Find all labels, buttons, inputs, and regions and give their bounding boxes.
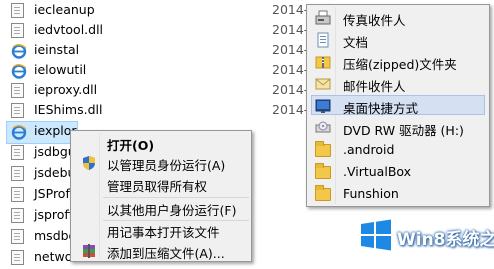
file-icon bbox=[11, 250, 27, 266]
watermark: Win8系统之家 bbox=[357, 212, 494, 257]
mail-icon bbox=[315, 76, 331, 92]
file-icon bbox=[11, 83, 27, 99]
dvd-drive-icon bbox=[315, 120, 331, 136]
file-icon bbox=[11, 229, 27, 245]
send-to-submenu: 传真收件人 文档 压缩(zipped)文件夹 邮件收件人 桌面快捷方式 DVD … bbox=[306, 4, 490, 207]
file-icon bbox=[11, 103, 27, 119]
file-name: ielowutil bbox=[34, 62, 87, 77]
zip-folder-icon bbox=[315, 54, 331, 70]
ie-icon bbox=[11, 43, 27, 59]
menu-item-label: 打开(O) bbox=[107, 138, 155, 153]
ie-icon bbox=[11, 124, 27, 140]
file-name: ieinstal bbox=[34, 42, 80, 57]
ie-icon bbox=[11, 63, 27, 79]
file-row[interactable]: ieproxy.dll 2014-0 bbox=[0, 80, 330, 102]
menu-item-label: 添加到压缩文件(A)... bbox=[107, 246, 225, 261]
menu-item-run-as-admin[interactable]: 以管理员身份运行(A) bbox=[73, 153, 249, 173]
file-icon bbox=[11, 187, 27, 203]
menu-item-label: 管理员取得所有权 bbox=[107, 179, 208, 194]
file-icon bbox=[11, 208, 27, 224]
context-menu: 打开(O) 以管理员身份运行(A) 管理员取得所有权 以其他用户身份运行(F) … bbox=[70, 130, 252, 262]
file-name: iedvtool.dll bbox=[34, 22, 104, 37]
submenu-item-mail-recipient[interactable]: 邮件收件人 bbox=[309, 73, 487, 95]
file-icon bbox=[11, 3, 27, 19]
file-row[interactable]: iedvtool.dll 2014-0 bbox=[0, 20, 330, 42]
submenu-item-folder-virtualbox[interactable]: .VirtualBox bbox=[309, 161, 487, 183]
submenu-item-documents[interactable]: 文档 bbox=[309, 29, 487, 51]
submenu-item-label: 压缩(zipped)文件夹 bbox=[343, 57, 457, 72]
menu-item-open[interactable]: 打开(O) bbox=[73, 133, 249, 153]
file-name: JSProf bbox=[34, 186, 70, 201]
submenu-item-zipped-folder[interactable]: 压缩(zipped)文件夹 bbox=[309, 51, 487, 73]
submenu-item-label: 传真收件人 bbox=[343, 13, 406, 28]
file-name: jsprofi bbox=[34, 207, 73, 222]
menu-item-take-ownership[interactable]: 管理员取得所有权 bbox=[73, 174, 249, 194]
folder-icon bbox=[315, 163, 331, 180]
fax-icon bbox=[315, 10, 331, 26]
submenu-item-label: 桌面快捷方式 bbox=[343, 101, 419, 116]
submenu-item-label: Funshion bbox=[343, 186, 399, 201]
menu-item-run-as-other-user[interactable]: 以其他用户身份运行(F) bbox=[73, 198, 249, 218]
submenu-item-label: .android bbox=[343, 142, 395, 157]
submenu-item-desktop-shortcut[interactable]: 桌面快捷方式 bbox=[309, 95, 487, 117]
file-row[interactable]: ielowutil 2014-0 bbox=[0, 60, 330, 82]
submenu-item-fax-recipient[interactable]: 传真收件人 bbox=[309, 7, 487, 29]
submenu-item-label: 邮件收件人 bbox=[343, 79, 406, 94]
windows-logo-icon bbox=[359, 218, 393, 252]
menu-item-label: 用记事本打开该文件 bbox=[107, 225, 220, 240]
file-row[interactable]: ieinstal 2014-0 bbox=[0, 40, 330, 62]
file-name: ieproxy.dll bbox=[34, 82, 98, 97]
file-icon bbox=[11, 23, 27, 39]
file-icon bbox=[11, 166, 27, 182]
documents-icon bbox=[315, 32, 331, 48]
file-row[interactable]: IEShims.dll 2014-0 bbox=[0, 100, 330, 122]
submenu-item-label: 文档 bbox=[343, 35, 369, 50]
submenu-item-folder-android[interactable]: .android bbox=[309, 139, 487, 161]
submenu-item-dvd-drive[interactable]: DVD RW 驱动器 (H:) bbox=[309, 117, 487, 139]
file-icon bbox=[11, 145, 27, 161]
folder-icon bbox=[315, 185, 331, 202]
watermark-text: Win8系统之家 bbox=[397, 230, 494, 250]
submenu-item-label: DVD RW 驱动器 (H:) bbox=[343, 123, 464, 138]
shield-icon bbox=[81, 155, 97, 171]
file-row[interactable]: iecleanup 2014-0 bbox=[0, 0, 330, 22]
menu-item-open-with-notepad[interactable]: 用记事本打开该文件 bbox=[73, 220, 249, 240]
submenu-item-folder-funshion[interactable]: Funshion bbox=[309, 183, 487, 205]
menu-item-add-to-archive[interactable]: 添加到压缩文件(A)... bbox=[73, 241, 249, 261]
file-name: IEShims.dll bbox=[34, 102, 103, 117]
folder-icon bbox=[315, 141, 331, 158]
menu-item-label: 以管理员身份运行(A) bbox=[107, 158, 226, 173]
file-name: iecleanup bbox=[34, 2, 95, 17]
desktop-icon bbox=[315, 98, 331, 114]
submenu-item-label: .VirtualBox bbox=[343, 164, 412, 179]
menu-item-label: 以其他用户身份运行(F) bbox=[107, 203, 237, 218]
